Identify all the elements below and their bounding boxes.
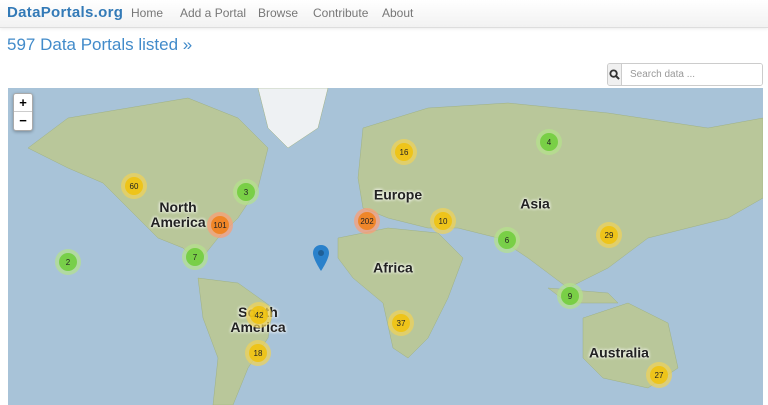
marker-cluster[interactable]: 29 [596,222,622,248]
marker-cluster[interactable]: 7 [182,244,208,270]
map-marker-icon[interactable] [313,245,329,271]
cluster-count: 4 [540,133,558,151]
label-europe: Europe [373,186,423,203]
search-button[interactable] [608,64,622,85]
search-icon [609,69,620,80]
cluster-count: 202 [358,212,376,230]
cluster-count: 29 [600,226,618,244]
cluster-count: 10 [434,212,452,230]
cluster-count: 42 [250,306,268,324]
marker-cluster[interactable]: 6 [494,227,520,253]
marker-cluster[interactable]: 2 [55,249,81,275]
cluster-count: 6 [498,231,516,249]
marker-cluster[interactable]: 9 [557,283,583,309]
nav-add-portal[interactable]: Add a Portal [180,6,246,20]
marker-cluster[interactable]: 37 [388,310,414,336]
map-tiles [27,88,763,405]
marker-cluster[interactable]: 18 [245,340,271,366]
cluster-count: 3 [237,183,255,201]
label-africa: Africa [373,259,413,276]
nav-home[interactable]: Home [131,6,163,20]
cluster-count: 101 [211,216,229,234]
zoom-control: + − [13,93,33,131]
label-australia: Australia [589,344,649,361]
marker-cluster[interactable]: 101 [207,212,233,238]
marker-cluster[interactable]: 27 [646,362,672,388]
marker-cluster[interactable]: 60 [121,173,147,199]
cluster-count: 60 [125,177,143,195]
marker-cluster[interactable]: 10 [430,208,456,234]
label-north-america: North America [150,199,206,230]
cluster-count: 27 [650,366,668,384]
search-group [607,63,763,86]
cluster-count: 2 [59,253,77,271]
label-asia: Asia [520,195,550,212]
marker-cluster[interactable]: 4 [536,129,562,155]
marker-cluster[interactable]: 16 [391,139,417,165]
nav-browse[interactable]: Browse [258,6,298,20]
cluster-count: 7 [186,248,204,266]
marker-cluster[interactable]: 202 [354,208,380,234]
zoom-in-button[interactable]: + [14,94,32,112]
brand-logo[interactable]: DataPortals.org [7,4,123,21]
marker-cluster[interactable]: 42 [246,302,272,328]
world-map[interactable]: + − North America South America Europe A… [8,88,763,405]
page-title[interactable]: 597 Data Portals listed » [7,35,192,55]
marker-cluster[interactable]: 3 [233,179,259,205]
navbar: DataPortals.org Home Add a Portal Browse… [0,0,768,28]
nav-about[interactable]: About [382,6,413,20]
cluster-count: 18 [249,344,267,362]
search-input[interactable] [622,64,762,85]
cluster-count: 16 [395,143,413,161]
nav-contribute[interactable]: Contribute [313,6,368,20]
cluster-count: 37 [392,314,410,332]
zoom-out-button[interactable]: − [14,112,32,130]
cluster-count: 9 [561,287,579,305]
